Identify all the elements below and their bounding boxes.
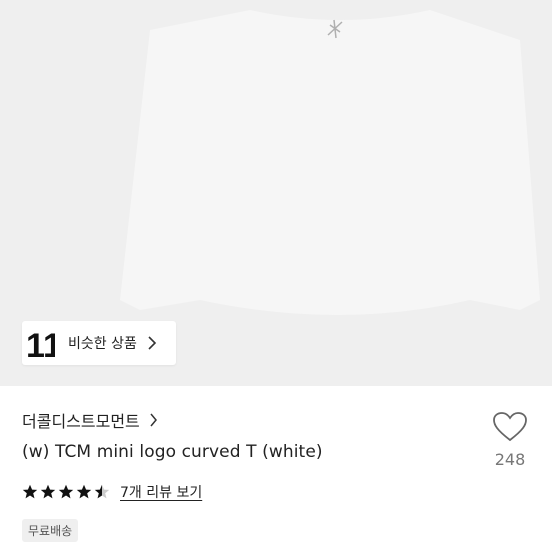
like-count: 248	[494, 450, 526, 469]
similar-products-button[interactable]: 11 비슷한 상품	[22, 321, 176, 365]
star-icon	[76, 484, 92, 499]
rating-row: 7개 리뷰 보기	[22, 482, 202, 502]
brand-name: 더콜디스트모먼트	[22, 412, 140, 431]
chevron-right-icon	[148, 336, 156, 350]
similar-products-label: 비슷한 상품	[68, 336, 137, 352]
product-title: (w) TCM mini logo curved T (white)	[22, 442, 323, 462]
half-star-icon	[94, 484, 110, 499]
heart-icon	[493, 412, 527, 442]
star-rating	[22, 484, 112, 500]
free-shipping-badge: 무료배송	[22, 519, 79, 542]
like-button[interactable]: 248	[490, 412, 530, 469]
star-icon	[58, 484, 74, 499]
star-icon	[22, 484, 38, 499]
eleven-logo-icon: 11	[26, 327, 55, 363]
chevron-right-icon	[150, 413, 157, 427]
brand-link[interactable]: 더콜디스트모먼트	[22, 408, 158, 432]
product-info: 더콜디스트모먼트 (w) TCM mini logo curved T (whi…	[0, 386, 552, 552]
star-icon	[40, 484, 56, 499]
svg-text:11: 11	[26, 327, 55, 363]
reviews-link[interactable]: 7개 리뷰 보기	[120, 482, 202, 502]
product-image[interactable]: 11 비슷한 상품	[0, 0, 552, 386]
